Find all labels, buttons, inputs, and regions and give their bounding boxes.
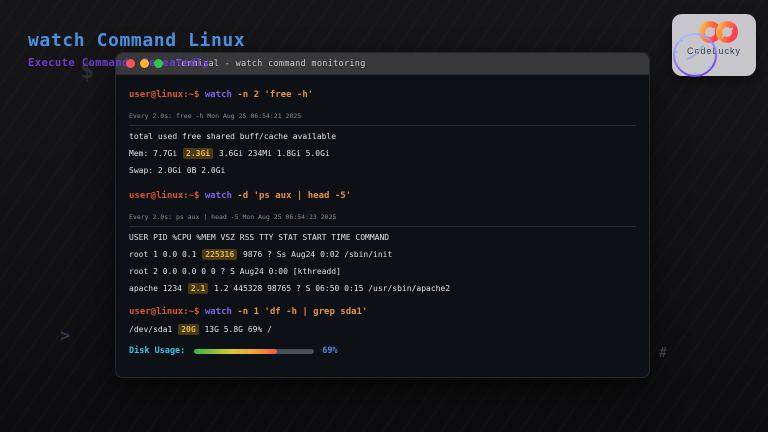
mem-post: 3.6Gi 234Mi 1.8Gi 5.0Gi <box>219 149 330 158</box>
hash-decor-glyph: # <box>659 346 667 361</box>
command-args: -d 'ps aux | head -5' <box>237 191 351 201</box>
shell-prompt: user@linux:~$ <box>129 307 199 317</box>
df-post: 13G 5.8G 69% / <box>204 325 271 334</box>
chevron-decor-glyph: > <box>60 326 70 346</box>
ps-row-init: root 1 0.0 0.1 225316 9876 ? Ss Aug24 0:… <box>129 246 636 263</box>
shell-prompt: user@linux:~$ <box>129 191 199 201</box>
ps-row1-pre: root 1 0.0 0.1 <box>129 250 196 259</box>
section-divider <box>129 125 636 126</box>
disk-usage-percent: 69% <box>322 344 337 359</box>
shell-prompt: user@linux:~$ <box>129 90 199 100</box>
close-window-icon[interactable] <box>126 59 135 68</box>
disk-usage-label: Disk Usage: <box>129 344 185 359</box>
df-pre: /dev/sda1 <box>129 325 172 334</box>
command-line-ps: user@linux:~$ watch -d 'ps aux | head -5' <box>129 188 636 205</box>
mem-pre: Mem: 7.7Gi <box>129 149 177 158</box>
watch-status-line: Every 2.0s: ps aux | head -5 Mon Aug 25 … <box>129 210 636 224</box>
ps-header-row: USER PID %CPU %MEM VSZ RSS TTY STAT STAR… <box>129 229 636 246</box>
ps-row-kthreadd: root 2 0.0 0.0 0 0 ? S Aug24 0:00 [kthre… <box>129 263 636 280</box>
free-mem-row: Mem: 7.7Gi 2.3Gi 3.6Gi 234Mi 1.8Gi 5.0Gi <box>129 145 636 162</box>
highlight-vsz: 225316 <box>202 249 237 260</box>
highlight-cpu: 2.1 <box>188 283 208 294</box>
terminal-window: Terminal - watch command monitoring user… <box>115 52 650 378</box>
minimize-window-icon[interactable] <box>140 59 149 68</box>
ps-row-apache: apache 1234 2.1 1.2 445328 98765 ? S 06:… <box>129 280 636 297</box>
df-row-sda1: /dev/sda1 20G 13G 5.8G 69% / <box>129 321 636 338</box>
ps-row3-pre: apache 1234 <box>129 284 182 293</box>
highlight-mem-used: 2.3Gi <box>183 148 213 159</box>
command-name: watch <box>205 307 232 317</box>
ps-row1-post: 9876 ? Ss Aug24 0:02 /sbin/init <box>243 250 392 259</box>
ps-row3-post: 1.2 445328 98765 ? S 06:50 0:15 /usr/sbi… <box>214 284 450 293</box>
maximize-window-icon[interactable] <box>154 59 163 68</box>
terminal-body: user@linux:~$ watch -n 2 'free -h' Every 2… <box>116 75 649 359</box>
free-header-row: total used free shared buff/cache availa… <box>129 128 636 145</box>
page-title: watch Command Linux <box>28 30 245 51</box>
disk-usage-progressbar <box>194 349 314 354</box>
section-divider <box>129 226 636 227</box>
command-name: watch <box>205 191 232 201</box>
disk-usage-progress-fill <box>194 349 277 354</box>
command-args: -n 1 'df -h | grep sda1' <box>237 307 367 317</box>
command-line-df: user@linux:~$ watch -n 1 'df -h | grep sda… <box>129 304 636 321</box>
command-line-free: user@linux:~$ watch -n 2 'free -h' <box>129 87 636 104</box>
clock-decor-icon <box>672 32 718 78</box>
window-controls <box>126 59 163 68</box>
watch-status-line: Every 2.0s: free -h Mon Aug 25 06:54:21 … <box>129 109 636 123</box>
free-swap-row: Swap: 2.0Gi 0B 2.0Gi <box>129 162 636 179</box>
command-name: watch <box>205 90 232 100</box>
disk-usage-row: Disk Usage: 69% <box>129 344 636 359</box>
command-args: -n 2 'free -h' <box>237 90 313 100</box>
highlight-disk-size: 20G <box>178 324 198 335</box>
